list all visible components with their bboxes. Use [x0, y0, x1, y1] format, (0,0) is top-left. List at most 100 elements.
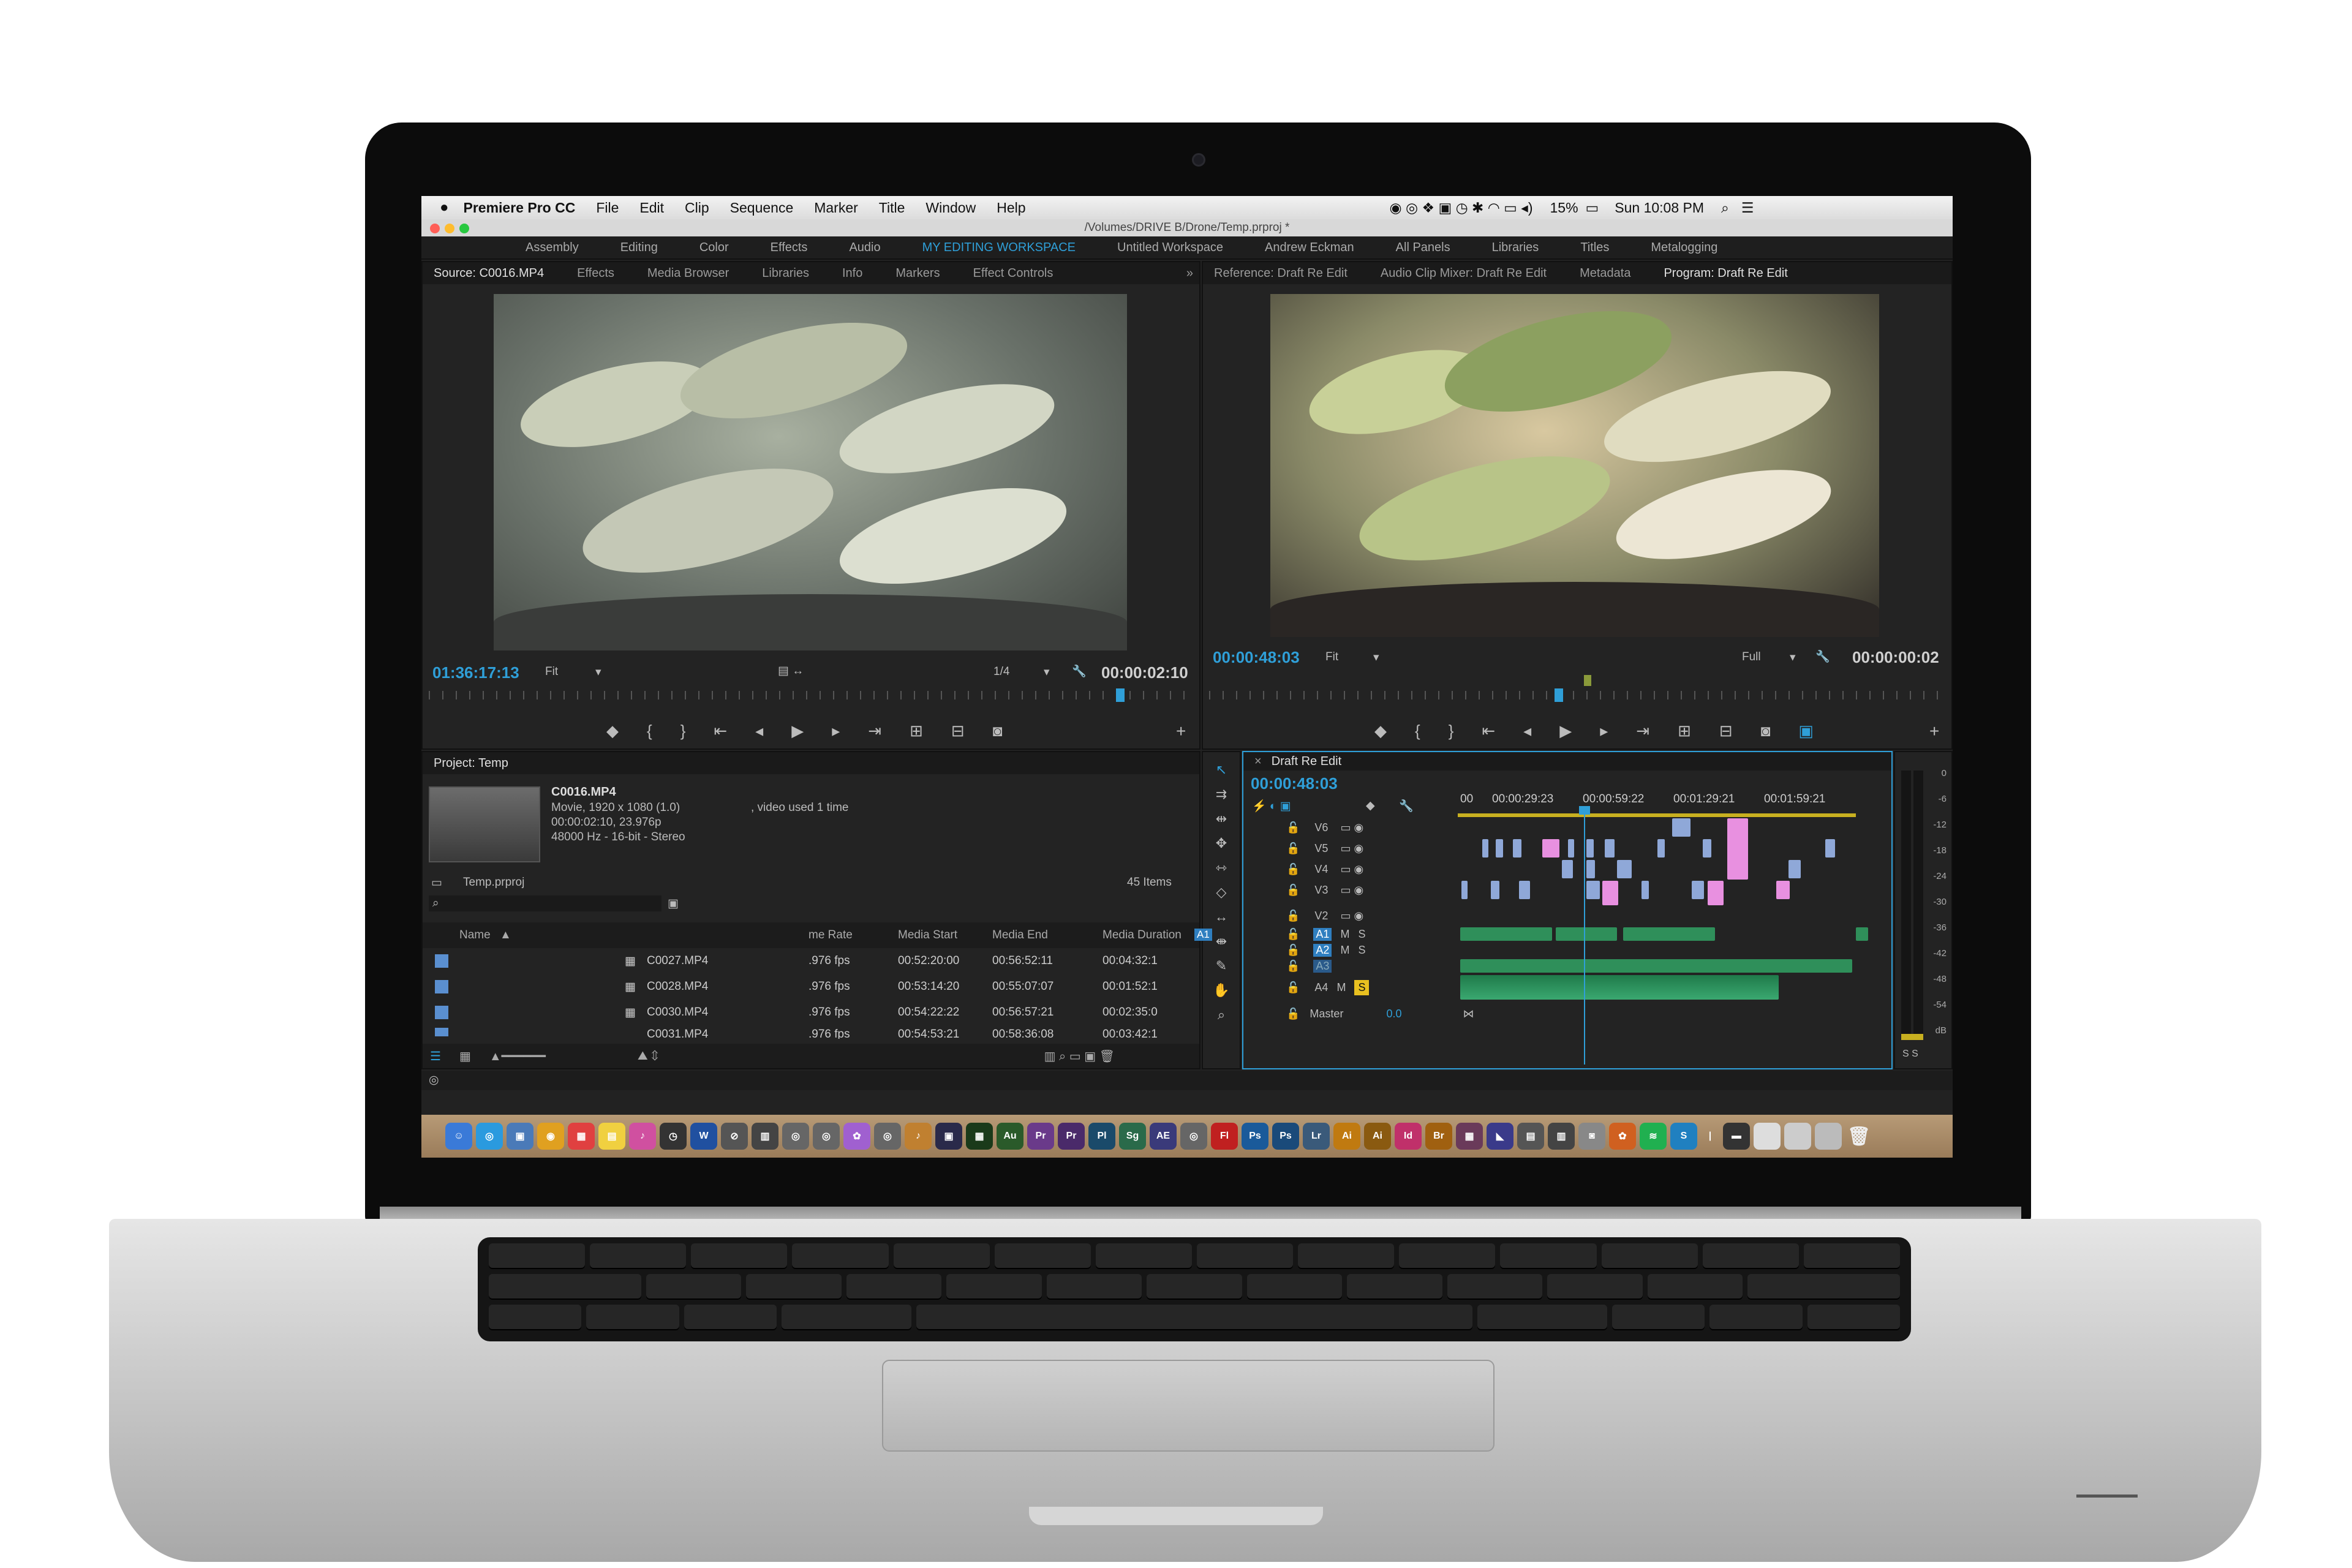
compare-view-icon[interactable]: ▣	[1798, 722, 1814, 741]
app-icon[interactable]: ◎	[1180, 1123, 1207, 1150]
app-icon[interactable]: ◙	[1578, 1123, 1605, 1150]
menu-help[interactable]: Help	[997, 200, 1025, 216]
prelude-icon[interactable]: Pl	[1088, 1123, 1115, 1150]
playhead-handle[interactable]	[1579, 806, 1590, 815]
program-time-ruler[interactable]	[1209, 691, 1944, 699]
list-view-icon[interactable]: ☰	[430, 1049, 441, 1064]
tab-info[interactable]: Info	[842, 266, 862, 281]
tab-source[interactable]: Source: C0016.MP4	[434, 266, 544, 281]
photoshop-icon[interactable]: Ps	[1272, 1123, 1299, 1150]
label-color[interactable]	[435, 954, 448, 968]
mark-out-icon[interactable]: }	[1449, 722, 1454, 741]
app-icon[interactable]: ▥	[1548, 1123, 1575, 1150]
speedgrade-icon[interactable]: Sg	[1119, 1123, 1146, 1150]
visibility-icon[interactable]: ▭ ◉	[1340, 884, 1363, 897]
master-value[interactable]: 0.0	[1386, 1008, 1401, 1020]
go-to-out-icon[interactable]: ⇥	[868, 722, 881, 741]
workspace-libraries[interactable]: Libraries	[1492, 241, 1539, 255]
automate-icon[interactable]: ▥ ⌕ ▭ ▣ 🗑	[1044, 1049, 1115, 1064]
status-icon[interactable]: ◎	[429, 1073, 439, 1087]
calendar-icon[interactable]: ▦	[568, 1123, 595, 1150]
menu-title[interactable]: Title	[879, 200, 905, 216]
table-row[interactable]: ▦ C0027.MP4 .976 fps 00:52:20:00 00:56:5…	[423, 948, 1199, 974]
zoom-icon[interactable]: ⌕	[1218, 1007, 1225, 1023]
add-button-icon[interactable]: +	[1176, 722, 1186, 741]
chrome-icon[interactable]: ◉	[537, 1123, 564, 1150]
tab-sequence[interactable]: Draft Re Edit	[1272, 755, 1341, 769]
video-clip[interactable]	[1519, 881, 1530, 899]
app-icon[interactable]: ◎	[874, 1123, 901, 1150]
app-icon[interactable]: ▤	[1517, 1123, 1544, 1150]
chevron-down-icon[interactable]: ▾	[1044, 665, 1050, 679]
workspace-titles[interactable]: Titles	[1580, 241, 1609, 255]
source-time-ruler[interactable]	[429, 691, 1194, 699]
video-clip[interactable]	[1496, 839, 1503, 858]
video-clip[interactable]	[1491, 881, 1499, 899]
icon-view-icon[interactable]: ▦	[459, 1049, 471, 1064]
app-icon[interactable]: ⊘	[721, 1123, 748, 1150]
close-button[interactable]	[430, 224, 440, 233]
document-icon[interactable]	[1815, 1123, 1842, 1150]
video-clip[interactable]	[1703, 839, 1711, 858]
tab-libraries[interactable]: Libraries	[762, 266, 809, 281]
indesign-icon[interactable]: Id	[1395, 1123, 1422, 1150]
tab-effect-controls[interactable]: Effect Controls	[973, 266, 1054, 281]
source-playhead[interactable]	[1116, 688, 1125, 702]
wrench-icon[interactable]: 🔧	[1072, 664, 1087, 679]
app-menu[interactable]: Premiere Pro CC	[464, 200, 576, 216]
camera-export-icon[interactable]: ◙	[1761, 722, 1771, 741]
video-clip[interactable]	[1605, 839, 1615, 858]
app-icon[interactable]: ♪	[905, 1123, 932, 1150]
solo-button[interactable]: S	[1354, 979, 1370, 995]
go-to-in-icon[interactable]: ⇤	[714, 722, 727, 741]
chevron-down-icon[interactable]: ▾	[595, 665, 601, 679]
table-row[interactable]: ▦ C0030.MP4 .976 fps 00:54:22:22 00:56:5…	[423, 1000, 1199, 1025]
bridge-icon[interactable]: Br	[1425, 1123, 1452, 1150]
lock-icon[interactable]: 🔓	[1286, 981, 1300, 994]
finder-icon[interactable]: ☺	[445, 1123, 472, 1150]
lock-icon[interactable]: 🔓	[1286, 884, 1300, 897]
audio-clip[interactable]	[1623, 927, 1715, 941]
video-clip[interactable]	[1586, 881, 1600, 899]
step-forward-icon[interactable]: ▸	[832, 722, 840, 741]
audio-clip[interactable]	[1460, 959, 1852, 973]
video-clip[interactable]	[1586, 860, 1595, 878]
itunes-icon[interactable]: ♪	[629, 1123, 656, 1150]
preview-icon[interactable]: ▣	[507, 1123, 533, 1150]
wrench-icon[interactable]: 🔧	[1815, 649, 1830, 664]
video-clip[interactable]	[1657, 839, 1665, 858]
close-icon[interactable]: ×	[1254, 755, 1262, 769]
document-icon[interactable]	[1784, 1123, 1811, 1150]
tab-program[interactable]: Program: Draft Re Edit	[1664, 266, 1787, 281]
play-icon[interactable]: ▶	[791, 722, 804, 741]
menu-marker[interactable]: Marker	[814, 200, 858, 216]
overwrite-icon[interactable]: ⊟	[951, 722, 965, 741]
mark-in-icon[interactable]: {	[647, 722, 652, 741]
word-icon[interactable]: W	[690, 1123, 717, 1150]
workspace-audio[interactable]: Audio	[849, 241, 880, 255]
video-clip[interactable]	[1692, 881, 1704, 899]
app-icon[interactable]: ▦	[966, 1123, 993, 1150]
app-icon[interactable]: ◎	[782, 1123, 809, 1150]
spotlight-icon[interactable]: ⌕	[1721, 200, 1729, 216]
video-clip[interactable]	[1602, 881, 1618, 905]
column-media-duration[interactable]: Media Duration	[1102, 929, 1182, 942]
audio-clip[interactable]	[1460, 927, 1552, 941]
app-icon[interactable]: ◣	[1487, 1123, 1513, 1150]
timeline-timecode[interactable]: 00:00:48:03	[1251, 774, 1338, 793]
source-resolution-select[interactable]: 1/4	[993, 665, 1009, 679]
audio-clip[interactable]	[1556, 927, 1617, 941]
timeline-playhead[interactable]	[1584, 807, 1585, 1065]
rate-stretch-icon[interactable]: ⇿	[1216, 860, 1227, 876]
video-clip[interactable]	[1708, 881, 1724, 905]
notification-icon[interactable]: ☰	[1741, 200, 1754, 216]
program-resolution-select[interactable]: Full	[1742, 650, 1761, 664]
slip-icon[interactable]: ↔	[1215, 909, 1228, 925]
workspace-all-panels[interactable]: All Panels	[1396, 241, 1450, 255]
step-back-icon[interactable]: ◂	[1523, 722, 1531, 741]
video-clip[interactable]	[1586, 839, 1594, 858]
tab-project[interactable]: Project: Temp	[434, 756, 508, 771]
source-timecode[interactable]: 01:36:17:13	[432, 663, 519, 682]
label-color[interactable]	[435, 980, 448, 993]
column-media-end[interactable]: Media End	[992, 929, 1048, 942]
